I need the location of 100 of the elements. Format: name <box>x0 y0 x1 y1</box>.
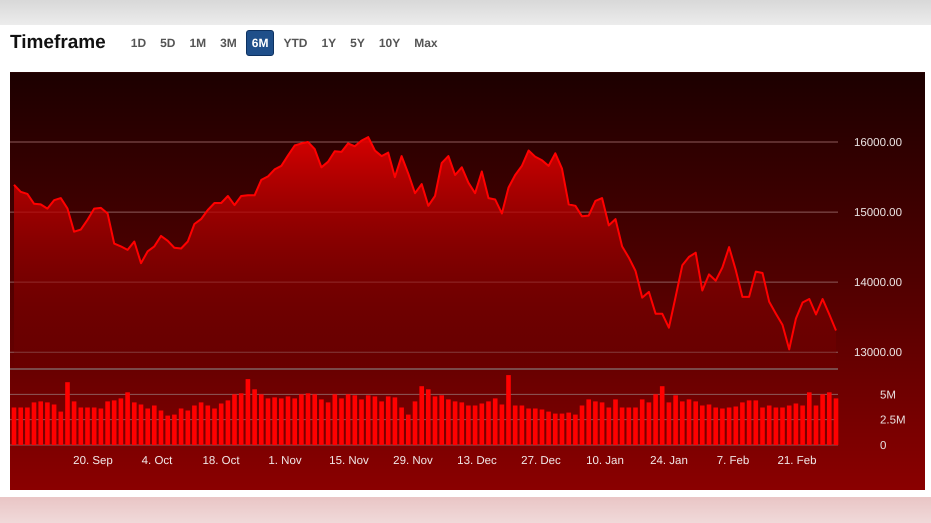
volume-bar <box>766 406 772 445</box>
volume-bar <box>339 398 344 445</box>
axis-label: 10. Jan <box>586 455 624 467</box>
volume-bar <box>680 401 685 445</box>
volume-bar <box>713 408 718 445</box>
volume-bar <box>460 402 464 445</box>
volume-bar <box>633 408 638 445</box>
timeframe-button[interactable]: 5D <box>155 30 180 56</box>
axis-label: 29. Nov <box>393 455 433 467</box>
volume-bar <box>660 386 664 445</box>
volume-bar <box>540 410 544 445</box>
volume-bar <box>352 395 358 445</box>
volume-bar <box>827 392 832 445</box>
axis-label: 13000.00 <box>854 347 902 360</box>
volume-bar <box>794 404 798 445</box>
axis-label: 15. Nov <box>329 455 369 467</box>
volume-bar <box>306 393 310 445</box>
timeframe-button[interactable]: 1M <box>184 30 212 56</box>
volume-bar <box>386 396 390 445</box>
volume-bar <box>560 414 564 445</box>
timeframe-button[interactable]: 3M <box>215 30 242 56</box>
volume-bar <box>432 396 438 445</box>
volume-bar <box>512 406 518 445</box>
axis-label: 21. Feb <box>778 455 816 467</box>
volume-bar <box>807 392 812 445</box>
volume-bar <box>138 404 144 445</box>
volume-bar <box>640 399 644 445</box>
timeframe-button[interactable]: Max <box>409 30 443 56</box>
section-title: Timeframe <box>10 32 106 54</box>
volume-bar <box>426 389 431 445</box>
volume-bar <box>593 401 598 445</box>
volume-bar <box>754 400 758 445</box>
volume-bar <box>38 401 43 445</box>
timeframe-button[interactable]: YTD <box>278 30 312 56</box>
volume-bar <box>620 408 624 445</box>
volume-bar <box>546 412 551 445</box>
volume-bar <box>226 400 230 445</box>
volume-bar <box>286 396 290 445</box>
volume-bar <box>486 401 491 445</box>
volume-bar <box>600 402 604 445</box>
volume-bar <box>165 416 170 445</box>
volume-bar <box>780 408 785 445</box>
volume-bar <box>152 406 157 445</box>
volume-bar <box>172 414 177 445</box>
axis-label: 13. Dec <box>457 455 497 467</box>
timeframe-button[interactable]: 6M <box>246 30 274 56</box>
volume-bar <box>526 408 531 445</box>
volume-bar <box>740 402 745 445</box>
volume-bar <box>279 398 284 445</box>
volume-bar <box>439 395 444 445</box>
volume-bar <box>372 396 378 445</box>
volume-bar <box>58 412 64 445</box>
volume-bar <box>746 400 752 445</box>
volume-bar <box>419 386 424 445</box>
volume-bar <box>786 406 792 445</box>
volume-bar <box>452 401 458 445</box>
volume-bar <box>613 399 618 445</box>
timeframe-button[interactable]: 1D <box>126 30 152 56</box>
timeframe-button[interactable]: 1Y <box>316 30 342 56</box>
volume-bar <box>192 406 197 445</box>
volume-bar <box>760 408 765 445</box>
volume-bar <box>774 408 778 445</box>
volume-bar <box>198 402 204 445</box>
volume-bar <box>12 408 16 445</box>
axis-label: 0 <box>880 440 886 451</box>
volume-bar <box>45 402 50 445</box>
volume-bar <box>332 394 338 445</box>
volume-bar <box>566 412 571 445</box>
volume-bar <box>319 399 324 445</box>
volume-bar <box>646 402 652 445</box>
volume-bar <box>326 402 330 445</box>
axis-label: 14000.00 <box>854 277 902 290</box>
volume-bar <box>406 414 411 445</box>
axis-label: 5M <box>880 389 896 402</box>
axis-label: 20. Sep <box>73 455 113 467</box>
volume-bar <box>686 399 692 445</box>
timeframe-button[interactable]: 10Y <box>374 30 406 56</box>
volume-bar <box>186 410 190 445</box>
volume-bar <box>132 402 137 445</box>
volume-bar <box>392 397 398 445</box>
volume-bar <box>606 408 612 445</box>
volume-bar <box>379 401 384 445</box>
volume-bar <box>533 408 538 445</box>
volume-bar <box>580 406 584 445</box>
volume-bar <box>72 401 76 445</box>
volume-bar <box>346 394 350 445</box>
volume-bar <box>25 408 30 445</box>
volume-bar <box>118 398 124 445</box>
volume-bar <box>252 389 257 445</box>
axis-label: 1. Nov <box>268 455 302 467</box>
axis-label: 16000.00 <box>854 137 902 150</box>
volume-bar <box>520 406 524 445</box>
volume-bar <box>506 375 511 445</box>
timeframe-button[interactable]: 5Y <box>345 30 370 56</box>
axis-label: 24. Jan <box>650 455 688 467</box>
axis-label: 2.5M <box>880 414 906 427</box>
volume-bar <box>626 408 632 445</box>
volume-bar <box>98 408 104 445</box>
volume-bar <box>212 408 217 445</box>
volume-bar <box>586 399 591 445</box>
